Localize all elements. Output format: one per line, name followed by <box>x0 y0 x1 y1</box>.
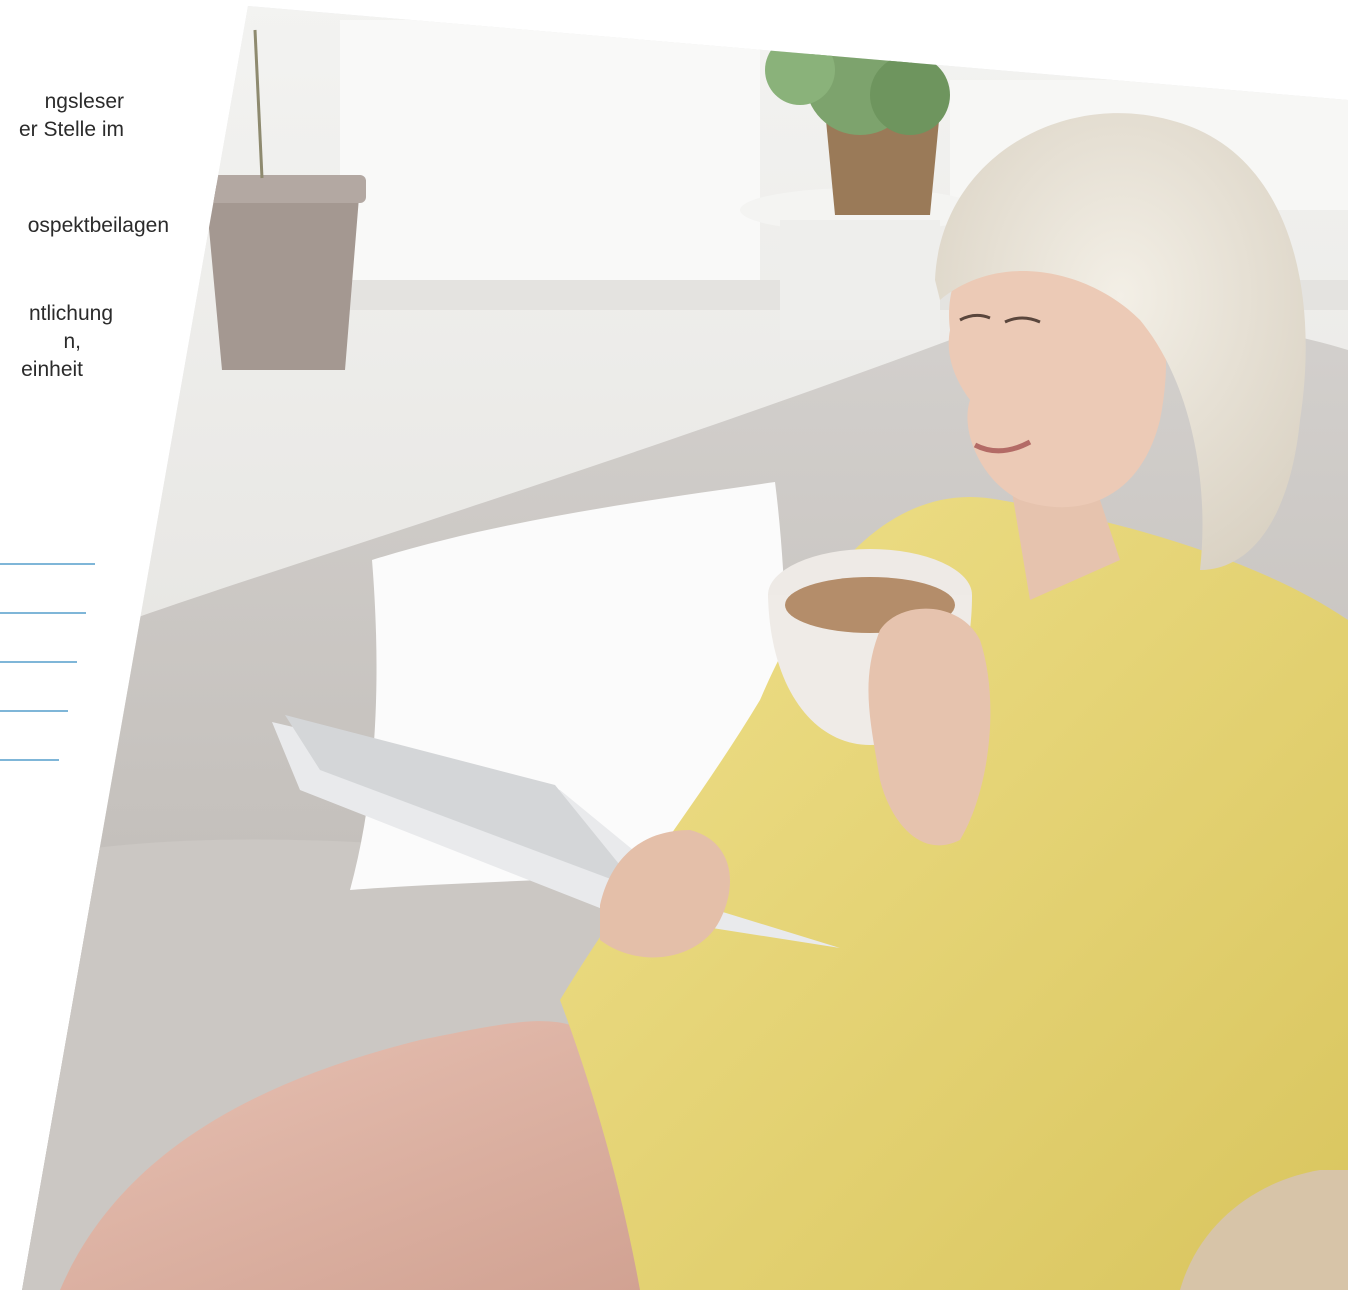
text-line: ngsleser <box>44 90 124 113</box>
hero-photo <box>22 6 1348 1290</box>
divider-line <box>0 563 95 565</box>
divider-line <box>0 612 86 614</box>
divider-line <box>0 661 77 663</box>
divider-line <box>0 710 68 712</box>
text-line: er Stelle im <box>18 118 124 141</box>
page: ngsleser er Stelle im ospektbeilagen ntl… <box>0 0 1348 1290</box>
divider-line <box>0 759 59 761</box>
photo-illustration <box>22 6 1348 1290</box>
text-line: einheit <box>21 358 83 381</box>
text-line: ntlichung <box>28 302 113 325</box>
text-line: ospektbeilagen <box>27 214 169 237</box>
text-line: n, <box>63 330 81 353</box>
